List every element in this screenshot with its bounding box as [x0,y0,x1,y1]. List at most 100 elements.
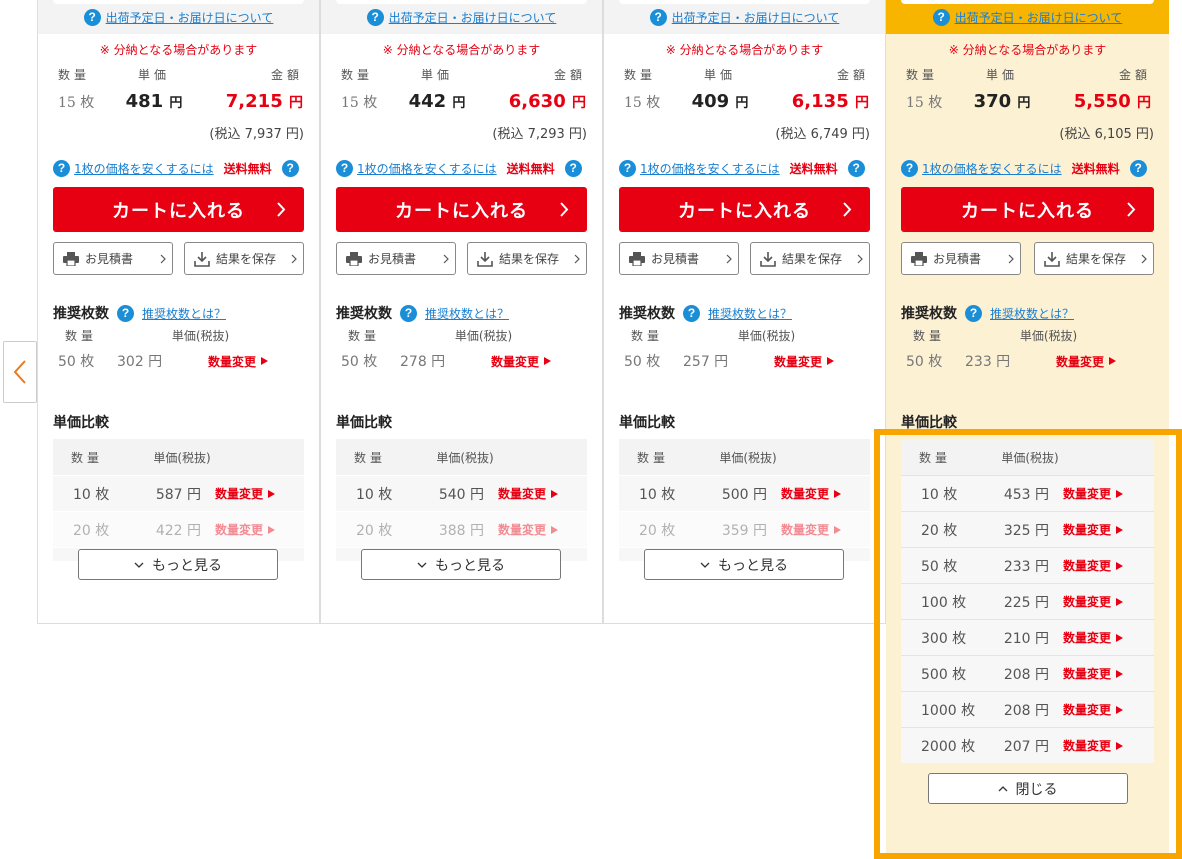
show-more-button[interactable]: もっと見る [644,549,844,580]
cart-label: カートに入れる [395,200,528,222]
save-label: 結果を保存 [782,252,843,266]
change-qty-label: 数量変更 [215,523,264,537]
triangle-right-icon [551,525,559,534]
change-qty-link[interactable]: 数量変更 [774,353,835,370]
cheaper-row: ? 1枚の価格を安くするには 送料無料 ? [336,159,587,177]
close-button[interactable]: 閉じる [927,773,1128,804]
save-result-button[interactable]: 結果を保存 [184,242,304,275]
recommended-link[interactable]: 推奨枚数とは？ [425,305,509,322]
recommended-link[interactable]: 推奨枚数とは？ [142,305,226,322]
change-qty-link[interactable]: 数量変更 [1063,557,1124,574]
show-more-button[interactable]: もっと見る [78,549,278,580]
cheaper-link[interactable]: 1枚の価格を安くするには [357,160,497,177]
change-qty-link[interactable]: 数量変更 [498,485,559,502]
question-icon[interactable]: ? [1129,159,1147,177]
question-icon[interactable]: ? [281,159,299,177]
change-qty-link[interactable]: 数量変更 [1063,737,1124,754]
recommended-header: 数量 単価(税抜) [336,329,587,343]
recommended-title-row: 推奨枚数 ? 推奨枚数とは？ [901,303,1154,323]
question-icon[interactable]: ? [564,159,582,177]
row-qty: 50 枚 [921,558,958,575]
change-qty-link[interactable]: 数量変更 [781,521,842,538]
tax-included-price: (税込 7,937 円) [209,127,304,142]
save-result-button[interactable]: 結果を保存 [1034,242,1154,275]
comparison-title: 単価比較 [901,415,957,431]
unit-price-yen: 円 [452,96,466,111]
recommended-row: 50 枚 233 円 数量変更 [901,351,1154,371]
quote-button[interactable]: お見積書 [901,242,1021,275]
cmp-unit-label: 単価(税抜) [719,450,777,465]
quote-button[interactable]: お見積書 [619,242,739,275]
quote-button[interactable]: お見積書 [336,242,456,275]
shipping-date-link[interactable]: 出荷予定日・お届け日について [672,9,840,26]
prev-button[interactable] [3,341,37,403]
total-amount-number: 7,215 [225,91,283,112]
cheaper-link[interactable]: 1枚の価格を安くするには [922,160,1062,177]
recommended-link[interactable]: 推奨枚数とは？ [990,305,1074,322]
row-qty: 10 枚 [73,486,110,503]
unit-price-number: 409 [691,91,730,112]
cheaper-link[interactable]: 1枚の価格を安くするには [640,160,780,177]
quote-button[interactable]: お見積書 [53,242,173,275]
total-amount: 7,215 円 [195,91,303,112]
price-values: 15 枚 481 円 7,215 円 [53,91,304,117]
table-row: 10 枚 587 円数量変更 [53,475,304,511]
change-qty-link[interactable]: 数量変更 [1063,701,1124,718]
change-qty-label: 数量変更 [208,354,257,369]
rec-unit-price: 302 円 [117,354,163,370]
row-qty: 500 枚 [921,666,967,683]
price-header: 数量 単価 金額 [53,68,304,82]
shipping-date-link[interactable]: 出荷予定日・お届け日について [389,9,557,26]
quote-label: お見積書 [85,252,134,266]
unit-price-yen: 円 [1017,96,1031,111]
question-icon: ? [901,159,918,177]
change-qty-link[interactable]: 数量変更 [215,485,276,502]
table-row: 20 枚 325 円数量変更 [901,511,1154,547]
shipping-date-link[interactable]: 出荷予定日・お届け日について [106,9,274,26]
comparison-table: 数量 単価(税抜) 10 枚 500 円数量変更 20 枚 359 円数量変更 もっと… [619,439,870,580]
unit-price-number: 442 [408,91,447,112]
show-more-button[interactable]: もっと見る [361,549,561,580]
recommended-row: 50 枚 302 円 数量変更 [53,351,304,371]
change-qty-label: 数量変更 [1063,487,1112,501]
change-qty-link[interactable]: 数量変更 [1063,629,1124,646]
shipping-date-link[interactable]: 出荷予定日・お届け日について [955,9,1123,26]
unit-price-number: 481 [125,91,164,112]
save-label: 結果を保存 [499,252,560,266]
recommended-link[interactable]: 推奨枚数とは？ [708,305,792,322]
change-qty-link[interactable]: 数量変更 [1063,593,1124,610]
sub-buttons: お見積書 結果を保存 [901,242,1154,275]
split-delivery-note: ※ 分納となる場合があります [665,43,824,57]
change-qty-link[interactable]: 数量変更 [1063,665,1124,682]
row-qty: 100 枚 [921,594,967,611]
change-qty-link[interactable]: 数量変更 [1063,485,1124,502]
add-to-cart-button[interactable]: カートに入れる [53,187,304,232]
change-qty-link[interactable]: 数量変更 [215,521,276,538]
change-qty-link[interactable]: 数量変更 [1063,521,1124,538]
save-result-button[interactable]: 結果を保存 [467,242,587,275]
unit-label: 単価 [985,68,1018,82]
price-comparison-area: ? 出荷予定日・お届け日について ※ 分納となる場合があります 数量 単価 金額… [0,0,1182,859]
price-header: 数量 単価 金額 [336,68,587,82]
add-to-cart-button[interactable]: カートに入れる [901,187,1154,232]
row-qty: 10 枚 [356,486,393,503]
add-to-cart-button[interactable]: カートに入れる [619,187,870,232]
add-to-cart-button[interactable]: カートに入れる [336,187,587,232]
printer-icon [346,251,362,266]
row-unit-price: 208 円 [1003,666,1049,683]
recommended-title-row: 推奨枚数 ? 推奨枚数とは？ [336,303,587,323]
price-column: ? 出荷予定日・お届け日について ※ 分納となる場合があります 数量 単価 金額… [886,0,1169,859]
change-qty-link[interactable]: 数量変更 [498,521,559,538]
save-result-button[interactable]: 結果を保存 [750,242,870,275]
change-qty-link[interactable]: 数量変更 [1056,353,1117,370]
change-qty-link[interactable]: 数量変更 [208,353,269,370]
question-icon[interactable]: ? [847,159,865,177]
change-qty-link[interactable]: 数量変更 [491,353,552,370]
change-qty-link[interactable]: 数量変更 [781,485,842,502]
column-tab [901,0,1154,4]
total-amount-number: 6,135 [791,91,849,112]
row-unit-price: 587 円 [155,486,201,503]
cheaper-link[interactable]: 1枚の価格を安くするには [74,160,214,177]
qty-label: 数量 [906,68,939,82]
price-header: 数量 単価 金額 [619,68,870,82]
